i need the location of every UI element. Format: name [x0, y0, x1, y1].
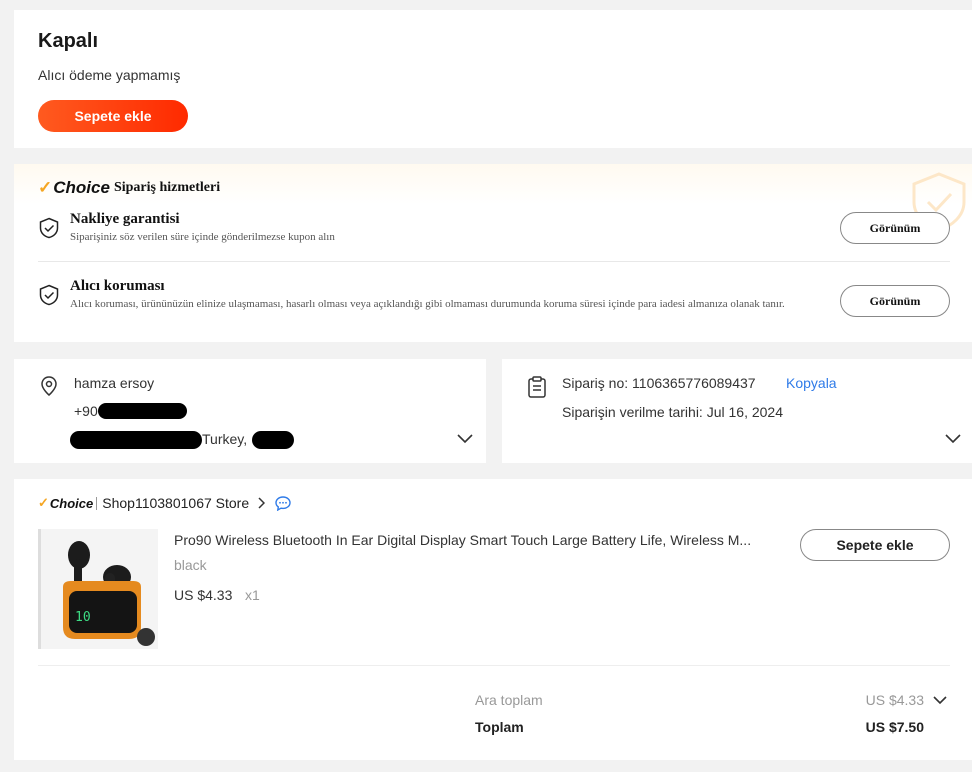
copy-order-number-link[interactable]: Kopyala	[786, 375, 837, 391]
check-icon: ✓	[38, 495, 49, 510]
redaction-mark	[98, 403, 187, 419]
store-header[interactable]: ✓ Choice Shop1103801067 Store	[38, 495, 291, 511]
shipping-guarantee-row: Nakliye garantisi Siparişiniz söz verile…	[38, 211, 950, 261]
total-label: Toplam	[475, 719, 524, 735]
location-pin-icon	[41, 376, 57, 396]
add-to-cart-button[interactable]: Sepete ekle	[38, 100, 188, 132]
order-number: Sipariş no: 1106365776089437	[562, 375, 756, 391]
order-status-title: Kapalı	[38, 30, 99, 52]
divider	[38, 665, 950, 666]
shipping-address-card[interactable]: hamza ersoy +90 Turkey,	[14, 359, 486, 463]
chevron-down-icon[interactable]	[456, 431, 474, 445]
services-title: Sipariş hizmetleri	[113, 180, 221, 195]
check-icon: ✓	[38, 178, 53, 197]
redaction-mark	[70, 431, 202, 449]
product-price: US $4.33	[174, 587, 233, 603]
choice-logo: ✓ Choice	[38, 178, 110, 197]
divider	[96, 496, 98, 510]
shield-check-icon	[39, 284, 59, 306]
services-header: ✓ Choice Sipariş hizmetleri	[38, 178, 220, 198]
chevron-down-icon[interactable]	[932, 695, 948, 706]
order-date: Siparişin verilme tarihi: Jul 16, 2024	[562, 404, 783, 420]
subtotal-value: US $4.33	[865, 692, 924, 708]
service-description: Siparişiniz söz verilen süre içinde gönd…	[70, 231, 335, 243]
clipboard-icon	[528, 376, 546, 398]
order-services-card: ✓ Choice Sipariş hizmetleri Nakliye garan…	[14, 164, 972, 342]
total-value: US $7.50	[865, 719, 924, 735]
order-status-card: Kapalı Alıcı ödeme yapmamış Sepete ekle	[14, 10, 972, 148]
store-order-card: ✓ Choice Shop1103801067 Store 10 Pro90 Wi…	[14, 479, 972, 760]
subtotal-label: Ara toplam	[475, 692, 543, 708]
product-title-link[interactable]: Pro90 Wireless Bluetooth In Ear Digital …	[174, 532, 774, 548]
product-variant: black	[174, 557, 207, 573]
chevron-right-icon[interactable]	[257, 497, 266, 509]
service-description: Alıcı koruması, ürününüzün elinize ulaşm…	[70, 298, 785, 310]
shield-check-icon	[39, 217, 59, 239]
order-info-card[interactable]: Sipariş no: 1106365776089437 Kopyala Sip…	[502, 359, 972, 463]
product-quantity: x1	[245, 587, 260, 603]
service-name: Alıcı koruması	[70, 278, 165, 294]
recipient-phone: +90	[74, 403, 98, 419]
product-image[interactable]: 10	[38, 529, 158, 649]
recipient-name: hamza ersoy	[74, 375, 155, 391]
chevron-down-icon[interactable]	[944, 431, 962, 445]
view-buyer-protection-button[interactable]: Görünüm	[840, 285, 950, 317]
choice-logo: ✓ Choice	[38, 495, 94, 511]
product-add-to-cart-button[interactable]: Sepete ekle	[800, 529, 950, 561]
view-shipping-guarantee-button[interactable]: Görünüm	[840, 212, 950, 244]
order-status-subtitle: Alıcı ödeme yapmamış	[38, 67, 181, 83]
address-country: Turkey,	[202, 431, 248, 447]
svg-text:10: 10	[75, 610, 91, 625]
redaction-mark	[252, 431, 294, 449]
camera-icon[interactable]	[137, 628, 155, 646]
service-name: Nakliye garantisi	[70, 211, 180, 227]
chat-icon[interactable]	[275, 495, 291, 511]
buyer-protection-row: Alıcı koruması Alıcı koruması, ürününüzü…	[38, 278, 950, 338]
store-name-link[interactable]: Shop1103801067 Store	[102, 495, 249, 511]
divider	[38, 261, 950, 262]
